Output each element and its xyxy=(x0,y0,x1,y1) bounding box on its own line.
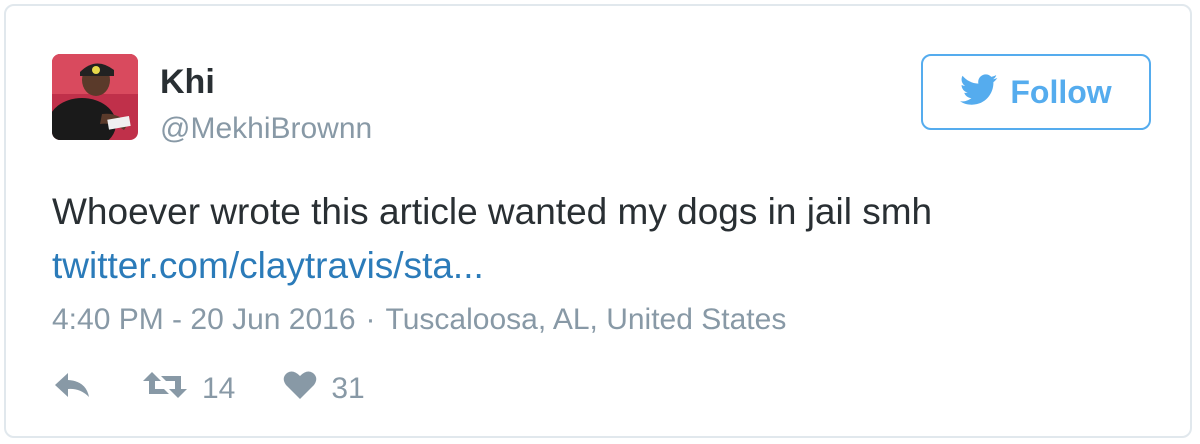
like-count: 31 xyxy=(331,372,365,405)
display-name[interactable]: Khi xyxy=(160,62,215,102)
like-button[interactable]: 31 xyxy=(283,369,365,409)
tweet-location[interactable]: Tuscaloosa, AL, United States xyxy=(386,303,787,336)
user-handle[interactable]: @MekhiBrownn xyxy=(160,110,372,148)
avatar[interactable] xyxy=(52,54,138,140)
retweet-button[interactable]: 14 xyxy=(142,369,235,409)
follow-button[interactable]: Follow xyxy=(921,54,1151,130)
meta-separator: · xyxy=(365,303,376,336)
avatar-photo xyxy=(52,54,138,140)
follow-label: Follow xyxy=(1010,74,1112,110)
heart-icon xyxy=(283,370,317,408)
tweet-card: Khi @MekhiBrownn Follow Whoever wrote th… xyxy=(4,4,1192,438)
tweet-meta: 4:40 PM - 20 Jun 2016 · Tuscaloosa, AL, Un… xyxy=(52,300,786,340)
tweet-actions: 14 31 xyxy=(52,366,365,412)
tweet-link[interactable]: twitter.com/claytravis/sta... xyxy=(52,242,484,290)
tweet-timestamp[interactable]: 4:40 PM - 20 Jun 2016 xyxy=(52,303,356,336)
twitter-bird-icon xyxy=(960,73,998,111)
tweet-text: Whoever wrote this article wanted my dog… xyxy=(52,191,933,232)
retweet-icon xyxy=(142,370,188,408)
reply-icon xyxy=(52,370,92,408)
reply-button[interactable] xyxy=(52,370,92,408)
retweet-count: 14 xyxy=(202,372,236,405)
